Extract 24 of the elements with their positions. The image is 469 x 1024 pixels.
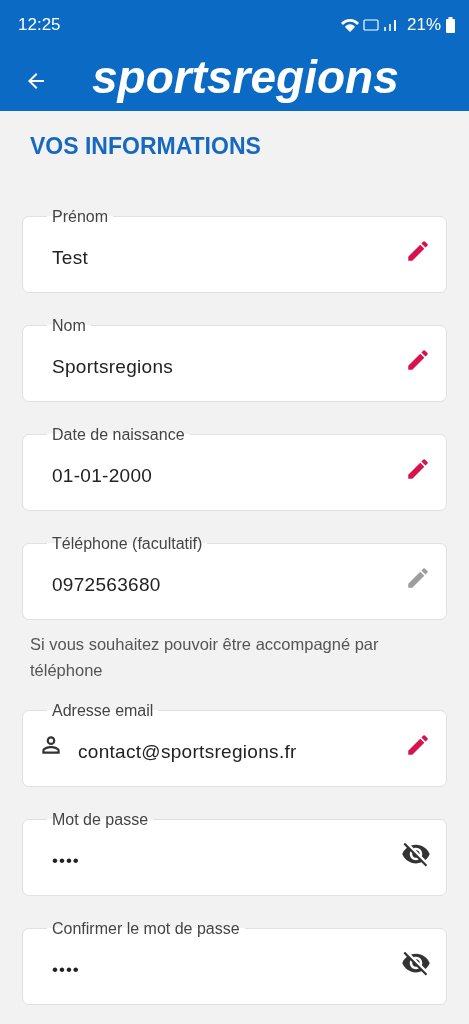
- section-title: VOS INFORMATIONS: [30, 133, 262, 160]
- field-value: 01-01-2000: [52, 465, 154, 487]
- field-value: ••••: [52, 960, 81, 980]
- text-field[interactable]: Mot de passe ••••: [22, 809, 447, 896]
- text-field[interactable]: Date de naissance 01-01-2000: [22, 424, 447, 511]
- field-value: 0972563680: [52, 574, 162, 596]
- battery-icon: [446, 17, 455, 33]
- field-value: Sportsregions: [52, 356, 175, 378]
- pencil-icon[interactable]: [405, 565, 431, 591]
- battery-percent: 21%: [406, 15, 441, 35]
- text-field[interactable]: Adresse email contact@sportsregions.fr: [22, 700, 447, 787]
- status-time: 12:25: [18, 15, 61, 35]
- pencil-icon[interactable]: [405, 238, 431, 264]
- text-field[interactable]: Confirmer le mot de passe ••••: [22, 918, 447, 1005]
- field-value: contact@sportsregions.fr: [78, 741, 298, 763]
- field-value: ••••: [52, 851, 81, 871]
- text-field[interactable]: Téléphone (facultatif) 0972563680: [22, 533, 447, 620]
- pencil-icon[interactable]: [405, 732, 431, 758]
- text-field[interactable]: Nom Sportsregions: [22, 315, 447, 402]
- pencil-icon[interactable]: [405, 456, 431, 482]
- pencil-icon[interactable]: [405, 347, 431, 373]
- field-value: Test: [52, 247, 90, 269]
- helper-text: Si vous souhaitez pouvoir être accompagné par téléphone: [30, 634, 380, 681]
- text-field[interactable]: Prénom Test: [22, 206, 447, 293]
